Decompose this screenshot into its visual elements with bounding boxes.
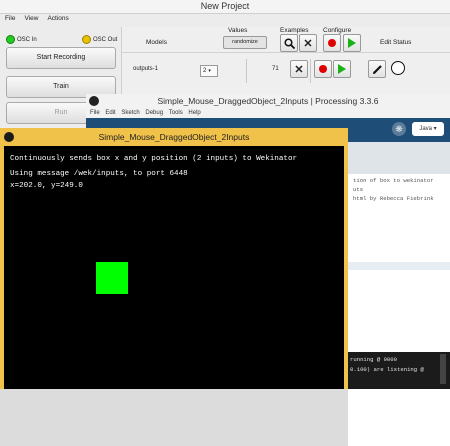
sketch-title-bar: Simple_Mouse_DraggedObject_2Inputs xyxy=(0,128,348,146)
model-name: outputs-1 xyxy=(133,66,159,72)
menu-view[interactable]: View xyxy=(24,15,38,22)
model-value-select[interactable]: 2 ▾ xyxy=(200,65,218,77)
randomize-button[interactable]: randomize xyxy=(223,36,267,49)
configure-header: Configure xyxy=(323,27,352,34)
pmenu-tools[interactable]: Tools xyxy=(169,110,183,116)
model-value-text: 2 xyxy=(203,68,207,74)
delete-model-examples-button[interactable]: ✕ xyxy=(290,60,308,78)
sketch-window: Simple_Mouse_DraggedObject_2Inputs Conti… xyxy=(0,128,348,389)
close-icon: ✕ xyxy=(294,63,304,76)
processing-app-icon xyxy=(89,96,99,106)
pmenu-debug[interactable]: Debug xyxy=(145,110,163,116)
edit-header: Edit xyxy=(380,39,392,46)
pmenu-file[interactable]: File xyxy=(90,110,100,116)
sketch-title: Simple_Mouse_DraggedObject_2Inputs xyxy=(98,132,250,142)
console-scrollbar[interactable] xyxy=(440,354,446,384)
status-header: Status xyxy=(393,39,412,46)
pmenu-sketch[interactable]: Sketch xyxy=(121,110,139,116)
row-divider xyxy=(310,59,311,83)
osc-in-label: OSC In xyxy=(17,36,37,43)
start-recording-button[interactable]: Start Recording xyxy=(6,47,116,69)
code-line-1: tion of box to wekinator xyxy=(353,177,434,184)
play-icon xyxy=(348,38,356,48)
values-header: Values xyxy=(228,27,248,34)
example-count: 71 xyxy=(272,66,279,72)
osc-in-led-icon xyxy=(6,35,15,44)
sketch-position-readout: x=202.0, y=249.0 xyxy=(10,182,83,190)
processing-menu-bar: File Edit Sketch Debug Tools Help xyxy=(86,108,450,118)
mode-selector[interactable]: Java ▾ xyxy=(412,122,444,136)
osc-out-indicator: OSC Out xyxy=(82,35,117,44)
record-model-button[interactable] xyxy=(314,60,332,78)
tab-strip xyxy=(348,142,450,174)
wekinator-title: New Project xyxy=(200,1,250,11)
debugger-icon[interactable]: ❋ xyxy=(392,122,406,136)
draggable-box[interactable] xyxy=(96,262,128,294)
processing-title-bar: Simple_Mouse_DraggedObject_2Inputs | Pro… xyxy=(86,94,450,108)
menu-actions[interactable]: Actions xyxy=(47,15,68,22)
current-line-highlight xyxy=(348,262,450,270)
model-status-icon xyxy=(391,61,405,75)
wekinator-title-bar: New Project xyxy=(0,0,450,14)
sketch-canvas[interactable]: Continuously sends box x and y position … xyxy=(4,146,344,389)
magnifier-icon xyxy=(283,37,295,49)
console-line-1: running @ 9000 xyxy=(350,356,397,363)
edit-model-button[interactable] xyxy=(368,60,386,78)
examples-header: Examples xyxy=(280,27,309,34)
wekinator-menu-bar: File View Actions xyxy=(0,14,450,24)
record-icon xyxy=(328,39,336,47)
pmenu-help[interactable]: Help xyxy=(188,110,200,116)
console-line-2: 0.100) are listening @ xyxy=(350,366,424,373)
row-divider xyxy=(246,59,247,83)
osc-out-led-icon xyxy=(82,35,91,44)
record-all-button[interactable] xyxy=(323,34,341,52)
console-panel: running @ 9000 0.100) are listening @ xyxy=(348,352,450,389)
run-all-button[interactable] xyxy=(343,34,361,52)
delete-all-examples-button[interactable]: ✕ xyxy=(299,34,317,52)
code-line-2: uts xyxy=(353,186,364,193)
pencil-icon xyxy=(372,64,382,74)
pmenu-edit[interactable]: Edit xyxy=(105,110,115,116)
sketch-osc-info: Using message /wek/inputs, to port 6448 xyxy=(10,170,188,178)
osc-out-label: OSC Out xyxy=(93,36,118,43)
osc-in-indicator: OSC In xyxy=(6,35,37,44)
processing-title: Simple_Mouse_DraggedObject_2Inputs | Pro… xyxy=(157,96,379,106)
chevron-down-icon: ▾ xyxy=(208,68,211,74)
code-line-3: html by Rebecca Fiebrink xyxy=(353,195,434,202)
code-editor[interactable]: tion of box to wekinator uts html by Reb… xyxy=(348,174,450,446)
play-icon xyxy=(338,64,346,74)
sketch-description: Continuously sends box x and y position … xyxy=(10,155,298,163)
view-examples-button[interactable] xyxy=(280,34,298,52)
close-icon: ✕ xyxy=(303,37,313,50)
menu-file[interactable]: File xyxy=(5,15,15,22)
sketch-app-icon xyxy=(4,132,14,142)
models-header: Models xyxy=(146,39,167,46)
record-icon xyxy=(319,65,327,73)
run-model-button[interactable] xyxy=(333,60,351,78)
